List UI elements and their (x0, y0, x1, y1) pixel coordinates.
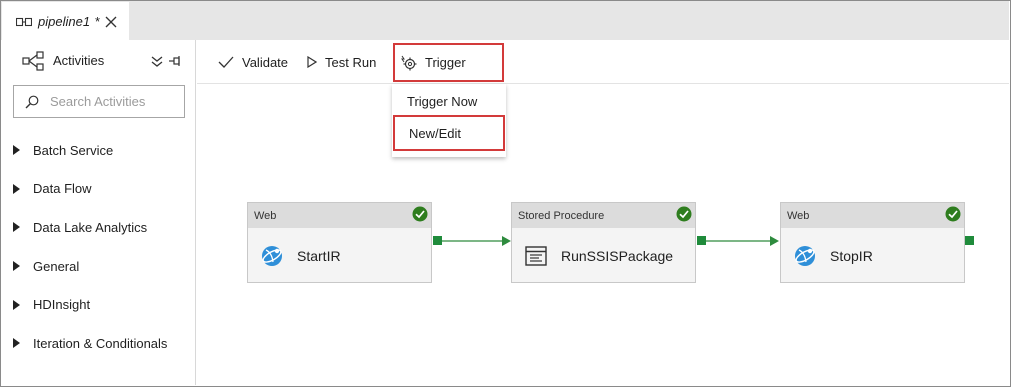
activities-header: Activities (1, 40, 196, 82)
category-general[interactable]: General (1, 247, 196, 286)
close-icon[interactable] (105, 16, 117, 28)
stored-procedure-icon (525, 245, 547, 266)
success-check-icon (412, 206, 428, 222)
expand-caret-icon (13, 222, 20, 233)
expand-caret-icon (13, 299, 20, 310)
pin-icon[interactable] (168, 55, 182, 67)
pipeline-canvas[interactable]: Web StartIR Stored Procedure RunSSISPack… (197, 85, 1009, 385)
pipeline-toolbar: Validate Test Run Trigger (197, 40, 1009, 84)
category-label: Data Flow (33, 181, 92, 197)
success-output-port[interactable] (965, 236, 974, 245)
collapse-icon[interactable] (150, 55, 164, 67)
category-data-lake-analytics[interactable]: Data Lake Analytics (1, 208, 196, 247)
activity-body: StartIR (248, 228, 431, 283)
activity-type-header: Stored Procedure (512, 203, 695, 228)
activity-stopir[interactable]: Web StopIR (780, 202, 965, 283)
success-output-port[interactable] (433, 236, 442, 245)
trigger-icon (401, 55, 417, 70)
tab-strip: pipeline1 * (1, 1, 1009, 41)
activity-body: RunSSISPackage (512, 228, 695, 283)
validate-label: Validate (242, 54, 289, 70)
category-iteration-conditionals[interactable]: Iteration & Conditionals (1, 324, 196, 363)
play-icon (307, 56, 317, 68)
success-check-icon (945, 206, 961, 222)
activities-panel: Activities Batch Service Data Flow Dat (1, 40, 196, 385)
pipeline-icon (16, 17, 32, 26)
tab-title: pipeline1 (38, 14, 91, 29)
activity-type: Web (787, 209, 810, 222)
activity-category-list: Batch Service Data Flow Data Lake Analyt… (1, 131, 196, 363)
search-icon (25, 95, 39, 108)
activities-icon (22, 51, 44, 71)
activity-name: StartIR (297, 247, 341, 264)
connector-arrowhead (770, 236, 779, 246)
expand-caret-icon (13, 145, 20, 156)
checkmark-icon (218, 56, 234, 68)
category-label: Iteration & Conditionals (33, 335, 168, 351)
activity-runssispackage[interactable]: Stored Procedure RunSSISPackage (511, 202, 696, 283)
activity-startir[interactable]: Web StartIR (247, 202, 432, 283)
trigger-label: Trigger (425, 55, 466, 70)
connector-arrowhead (502, 236, 511, 246)
activity-type-header: Web (781, 203, 964, 228)
activity-type: Stored Procedure (518, 209, 605, 222)
category-batch-service[interactable]: Batch Service (1, 131, 196, 170)
activity-name: StopIR (830, 247, 873, 264)
search-box[interactable] (13, 85, 185, 118)
category-label: General (33, 258, 80, 274)
category-hdinsight[interactable]: HDInsight (1, 285, 196, 324)
tab-pipeline1[interactable]: pipeline1 * (2, 2, 129, 41)
activity-type: Web (254, 209, 277, 222)
search-input[interactable] (50, 94, 180, 109)
activity-name: RunSSISPackage (561, 247, 674, 264)
web-globe-icon (262, 245, 282, 266)
trigger-button[interactable]: Trigger (393, 43, 504, 82)
category-label: Batch Service (33, 142, 114, 158)
category-label: Data Lake Analytics (33, 219, 148, 235)
category-data-flow[interactable]: Data Flow (1, 170, 196, 209)
activity-body: StopIR (781, 228, 964, 283)
expand-caret-icon (13, 183, 20, 194)
expand-caret-icon (13, 338, 20, 349)
expand-caret-icon (13, 261, 20, 272)
success-check-icon (676, 206, 692, 222)
success-output-port[interactable] (697, 236, 706, 245)
category-label: HDInsight (33, 297, 91, 313)
test-run-button[interactable]: Test Run (307, 40, 376, 84)
activity-type-header: Web (248, 203, 431, 228)
web-globe-icon (795, 245, 815, 266)
activities-title: Activities (53, 53, 105, 68)
unsaved-indicator: * (95, 14, 101, 29)
test-run-label: Test Run (325, 54, 377, 70)
validate-button[interactable]: Validate (218, 40, 288, 84)
